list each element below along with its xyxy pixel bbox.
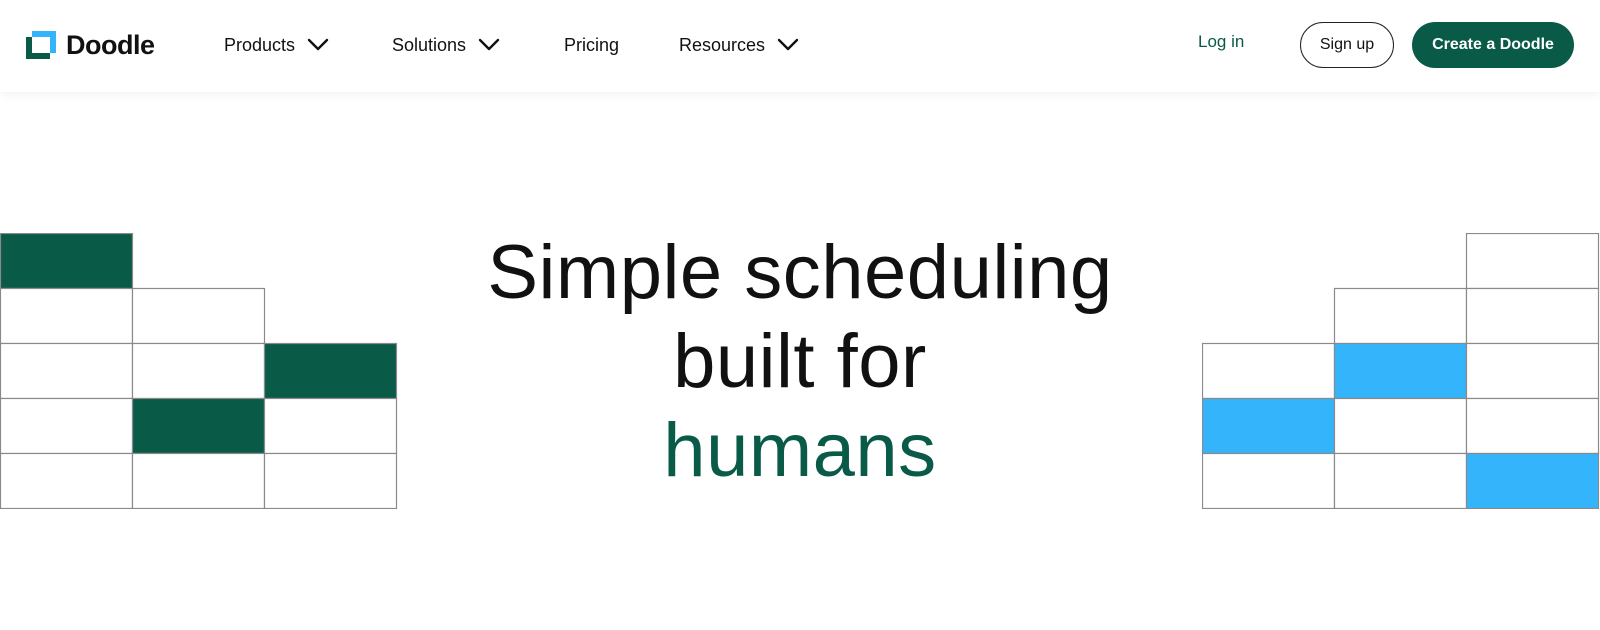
nav-label-products: Products (224, 34, 296, 55)
nav-item-resources[interactable]: Resources (679, 30, 799, 60)
grid-cell (131, 452, 266, 509)
grid-cell (1333, 287, 1468, 345)
nav-item-pricing[interactable]: Pricing (564, 30, 619, 60)
grid-cell (263, 397, 398, 455)
hero-line-3: humans (663, 408, 937, 493)
grid-cell-filled (1465, 452, 1600, 509)
chevron-down-icon (478, 38, 500, 51)
grid-cell (1202, 342, 1336, 400)
create-a-doodle-button[interactable]: Create a Doodle (1412, 22, 1574, 68)
doodle-logo-link[interactable]: Doodle (26, 30, 155, 60)
doodle-logo-icon (26, 31, 58, 59)
right-calendar-grid-illustration (1202, 233, 1600, 509)
top-navigation-bar: Doodle Products Solutions Pricing Resour… (0, 0, 1600, 92)
grid-cell-filled (0, 233, 134, 290)
nav-label-resources: Resources (679, 34, 766, 55)
left-calendar-grid-illustration (0, 233, 400, 509)
nav-item-solutions[interactable]: Solutions (392, 30, 500, 60)
nav-label-solutions: Solutions (392, 34, 467, 55)
grid-cell (1333, 397, 1468, 455)
logo-wordmark: Doodle (66, 29, 155, 60)
grid-cell (131, 342, 266, 400)
grid-cell (1465, 397, 1600, 455)
page: Doodle Products Solutions Pricing Resour… (0, 0, 1600, 630)
signup-button[interactable]: Sign up (1300, 22, 1394, 68)
grid-cell (1465, 233, 1600, 290)
nav-item-products[interactable]: Products (224, 30, 329, 60)
nav-label-pricing: Pricing (564, 34, 620, 55)
grid-cell (0, 452, 134, 509)
grid-cell (0, 397, 134, 455)
grid-cell-filled (263, 342, 398, 400)
grid-cell (263, 452, 398, 509)
chevron-down-icon (777, 38, 799, 51)
grid-cell (1333, 452, 1468, 509)
grid-cell-filled (131, 397, 266, 455)
chevron-down-icon (307, 38, 329, 51)
grid-cell (0, 342, 134, 400)
grid-cell (131, 287, 266, 345)
hero-line-1: Simple scheduling (487, 230, 1113, 315)
hero-line-2: built for (673, 319, 927, 404)
login-link[interactable]: Log in (1198, 32, 1244, 52)
grid-cell (0, 287, 134, 345)
grid-cell (1202, 452, 1336, 509)
grid-cell (1465, 287, 1600, 345)
grid-cell-filled (1202, 397, 1336, 455)
hero-headline: Simple scheduling built for humans (400, 228, 1200, 495)
grid-cell (1465, 342, 1600, 400)
grid-cell-filled (1333, 342, 1468, 400)
